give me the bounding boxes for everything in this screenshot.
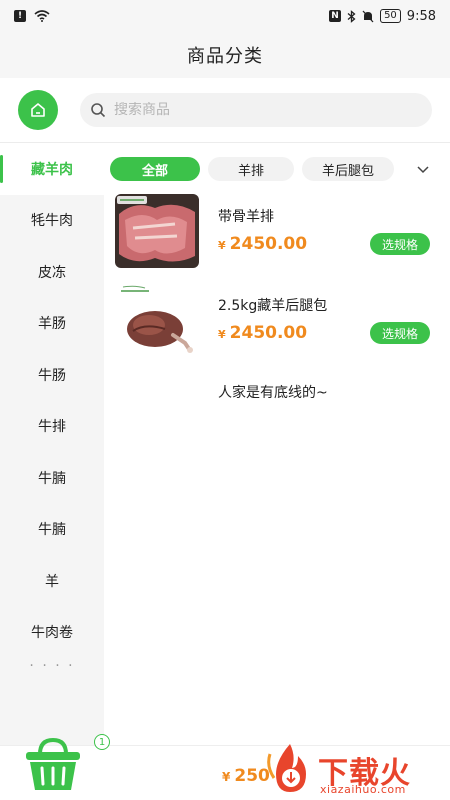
chevron-down-icon[interactable] [414, 160, 432, 178]
sidebar-item-label: 藏羊肉 [31, 161, 73, 178]
sidebar-item-label: 牛肠 [38, 367, 66, 384]
search-row [0, 78, 450, 142]
sidebar-item-label: 牛腩 [38, 470, 66, 487]
product-card[interactable]: 2.5kg藏羊后腿包 ¥2450.00 选规格 [115, 283, 435, 359]
product-name: 带骨羊排 [218, 209, 274, 225]
alert-icon: ! [14, 10, 26, 22]
sidebar-item-brisket-2[interactable]: 牛腩 [0, 504, 104, 556]
sidebar-item-brisket[interactable]: 牛腩 [0, 452, 104, 504]
search-input[interactable] [114, 102, 354, 118]
sidebar-item-steak[interactable]: 牛排 [0, 401, 104, 453]
sidebar-item-label: 羊肠 [38, 316, 66, 333]
sidebar-item-label: 羊 [45, 573, 59, 590]
product-card[interactable]: 带骨羊排 ¥2450.00 选规格 [115, 194, 435, 270]
nfc-icon: N [329, 10, 342, 22]
watermark-url: xiazaihuo.com [320, 783, 406, 796]
tab-label: 羊后腿包 [321, 163, 374, 179]
currency-symbol: ¥ [218, 328, 226, 341]
tab-label: 全部 [141, 163, 168, 179]
price-value: 2450.00 [229, 234, 308, 254]
sidebar-item-lamb-intestine[interactable]: 羊肠 [0, 298, 104, 350]
price-value: 2450.00 [229, 323, 308, 343]
tab-label: 羊排 [237, 163, 264, 179]
page-title: 商品分类 [187, 46, 263, 67]
sidebar-item-label: 牛腩 [38, 522, 66, 539]
basket-icon [26, 737, 80, 790]
sidebar-item-label: 牛排 [38, 419, 66, 436]
sidebar-item-label: 牦牛肉 [31, 213, 73, 230]
sidebar-item-tibetan-lamb[interactable]: 藏羊肉 [0, 143, 104, 195]
product-image [115, 194, 199, 268]
tab-all[interactable]: 全部 [110, 157, 200, 181]
sidebar-item-beef-roll[interactable]: 牛肉卷 [0, 607, 104, 659]
cart-count-badge: 1 [94, 734, 110, 750]
select-spec-button[interactable]: 选规格 [370, 322, 430, 344]
home-icon [31, 103, 45, 117]
currency-symbol: ¥ [218, 239, 226, 252]
cart-button[interactable]: 1 [22, 734, 110, 794]
wifi-icon [34, 10, 50, 22]
page-header: 商品分类 [0, 32, 450, 78]
list-end-text: 人家是有底线的~ [218, 385, 328, 401]
sidebar-item-lamb[interactable]: 羊 [0, 555, 104, 607]
sidebar-item-label: 皮冻 [38, 264, 66, 281]
search-icon [91, 103, 106, 118]
product-name: 2.5kg藏羊后腿包 [218, 298, 328, 314]
search-bar[interactable] [80, 93, 432, 127]
status-time: 9:58 [406, 8, 436, 24]
subcategory-tabs: 全部 羊排 羊后腿包 [110, 155, 450, 183]
currency-symbol: ¥ [222, 770, 231, 784]
status-bar: ! N 50 9:58 [0, 0, 450, 32]
home-button[interactable] [18, 90, 58, 130]
mute-bell-icon [362, 10, 374, 22]
sidebar-item-label: 牛肉卷 [31, 625, 73, 642]
flame-logo-icon [267, 744, 306, 792]
select-spec-button[interactable]: 选规格 [370, 233, 430, 255]
product-image [115, 283, 199, 357]
category-sidebar: 藏羊肉 牦牛肉 皮冻 羊肠 牛肠 牛排 牛腩 牛腩 羊 牛肉卷 · · · · [0, 143, 104, 745]
tab-lamb-chops[interactable]: 羊排 [208, 157, 294, 181]
sidebar-item-aspic[interactable]: 皮冻 [0, 246, 104, 298]
sidebar-item-beef-intestine[interactable]: 牛肠 [0, 349, 104, 401]
sidebar-item-yak-beef[interactable]: 牦牛肉 [0, 195, 104, 247]
watermark: 下载火 xiazaihuo.com [262, 738, 450, 800]
battery-indicator: 50 [380, 9, 401, 23]
product-price: ¥2450.00 [218, 234, 307, 254]
sidebar-more[interactable]: · · · · [0, 658, 104, 698]
tab-lamb-hind-leg[interactable]: 羊后腿包 [302, 157, 394, 181]
product-price: ¥2450.00 [218, 323, 307, 343]
bluetooth-icon [347, 9, 356, 23]
